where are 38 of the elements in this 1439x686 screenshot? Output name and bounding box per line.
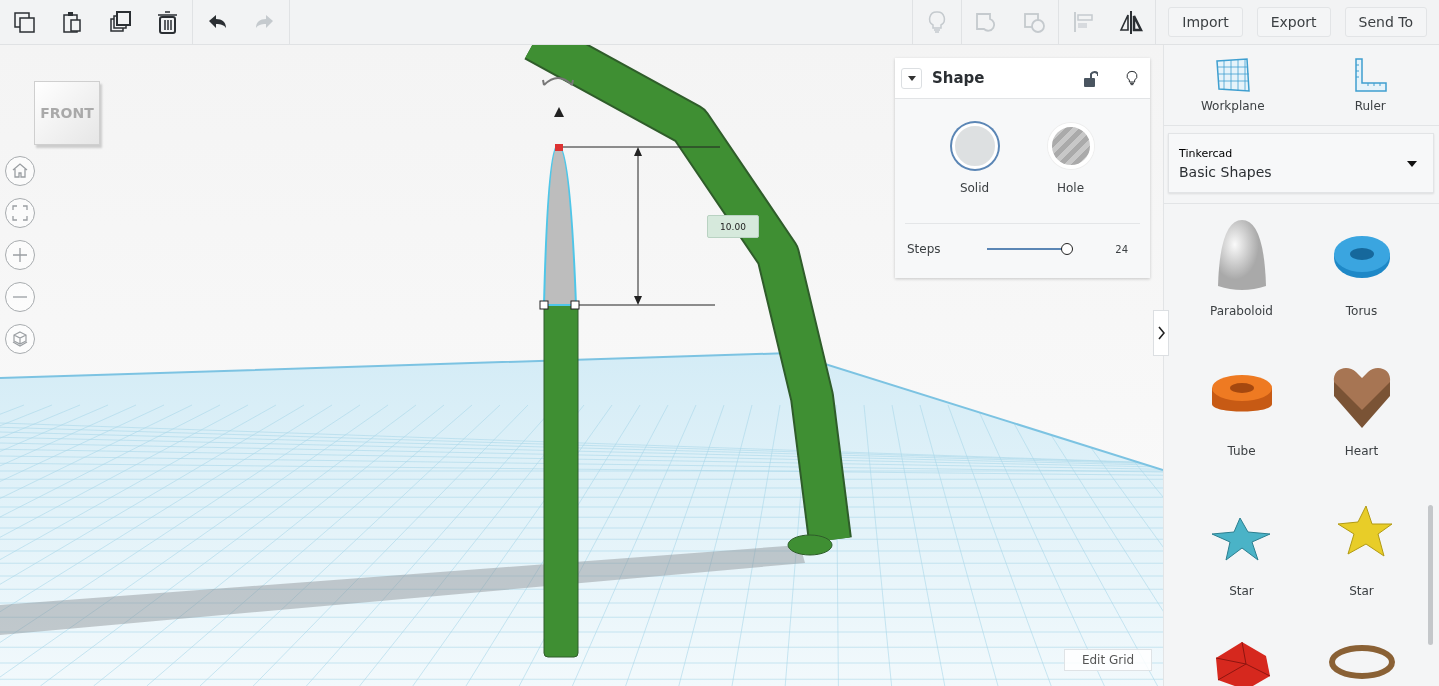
- shape-item[interactable]: Tube: [1181, 358, 1302, 494]
- toolbar-button[interactable]: Export: [1256, 7, 1331, 37]
- chevron-right-icon: [1157, 326, 1165, 340]
- scrollbar[interactable]: [1428, 505, 1433, 645]
- collapse-sidebar-button[interactable]: [1153, 310, 1169, 356]
- panel-title: Shape: [932, 69, 986, 87]
- shape-item[interactable]: Heart: [1301, 358, 1422, 494]
- lightbulb-icon[interactable]: [1124, 68, 1140, 88]
- steps-label: Steps: [907, 242, 942, 256]
- height-arrow-icon[interactable]: [554, 107, 564, 117]
- arrow-head-icon: [634, 147, 642, 305]
- workplane-tool[interactable]: Workplane: [1164, 45, 1302, 125]
- ruler-tool[interactable]: Ruler: [1301, 45, 1439, 125]
- corner-handle[interactable]: [539, 300, 580, 310]
- copy-icon[interactable]: [12, 10, 36, 34]
- ruler-icon: [1352, 57, 1389, 93]
- duplicate-icon[interactable]: [108, 10, 132, 34]
- steps-value: 24: [1115, 243, 1129, 255]
- toolbar-button[interactable]: Import: [1168, 7, 1243, 37]
- shape-item[interactable]: Torus: [1301, 218, 1422, 354]
- caret-icon: [907, 75, 916, 81]
- toolbar-button[interactable]: Send To: [1344, 7, 1427, 37]
- shape-item[interactable]: Star: [1301, 498, 1422, 634]
- shape-item[interactable]: Paraboloid: [1181, 218, 1302, 354]
- dimension-label[interactable]: 10.00: [707, 215, 759, 238]
- slider-thumb[interactable]: [1061, 243, 1073, 255]
- edit-grid-button[interactable]: Edit Grid: [1064, 649, 1152, 671]
- library-dropdown[interactable]: Tinkercad Basic Shapes: [1168, 133, 1434, 193]
- caret-icon: [1407, 161, 1417, 167]
- grid-icon: [1214, 57, 1251, 93]
- shape-item[interactable]: Star: [1181, 498, 1302, 634]
- mirror-icon[interactable]: [1119, 10, 1144, 34]
- collapse-button[interactable]: [901, 67, 922, 89]
- paste-icon[interactable]: [60, 10, 84, 34]
- rotate-arrow-icon[interactable]: [542, 77, 574, 86]
- handle[interactable]: [555, 144, 563, 151]
- trash-icon[interactable]: [156, 10, 180, 34]
- unlock-icon[interactable]: [1084, 69, 1098, 87]
